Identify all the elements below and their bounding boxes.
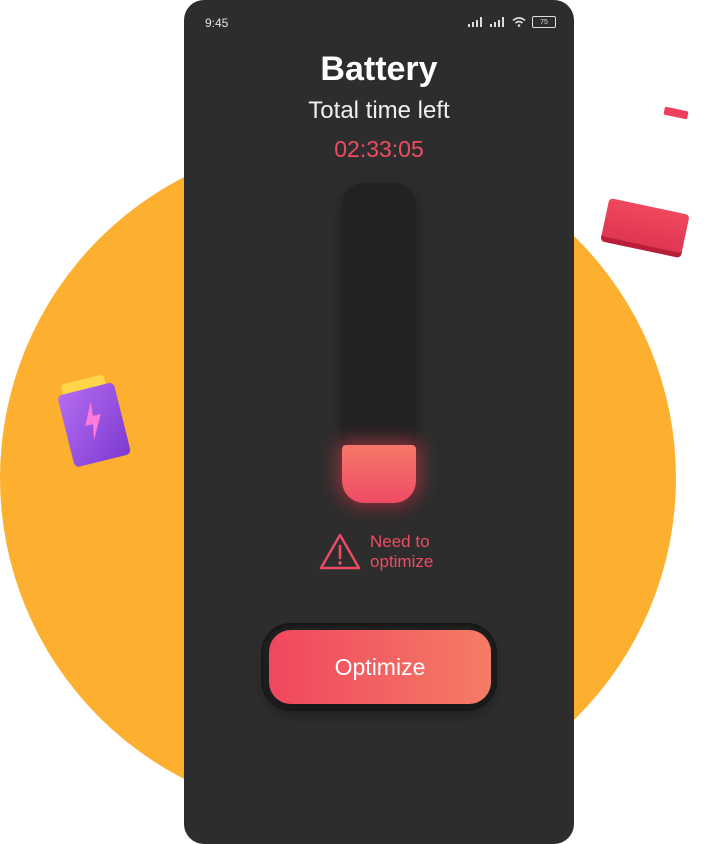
phone-screen: 9:45 75 Battery Total time left 02:33:05 <box>184 0 574 844</box>
decorative-chip <box>663 106 689 120</box>
wifi-icon <box>512 17 526 27</box>
signal-icon <box>490 17 504 27</box>
time-left-label: Total time left <box>308 97 450 124</box>
signal-icon <box>468 17 482 27</box>
status-icons: 75 <box>468 16 556 28</box>
optimize-button[interactable]: Optimize <box>269 630 491 704</box>
time-left-value: 02:33:05 <box>334 136 424 162</box>
optimize-warning: Need to optimize <box>318 532 460 572</box>
warning-icon <box>319 533 361 570</box>
warning-text: Need to optimize <box>370 532 434 571</box>
battery-status-icon: 75 <box>532 16 556 28</box>
status-time: 9:45 <box>205 16 229 30</box>
decorative-card <box>600 197 690 259</box>
battery-status-level: 75 <box>540 18 548 26</box>
page-title: Battery <box>320 50 438 88</box>
battery-level-fill <box>342 445 416 503</box>
battery-level-meter <box>342 183 416 503</box>
